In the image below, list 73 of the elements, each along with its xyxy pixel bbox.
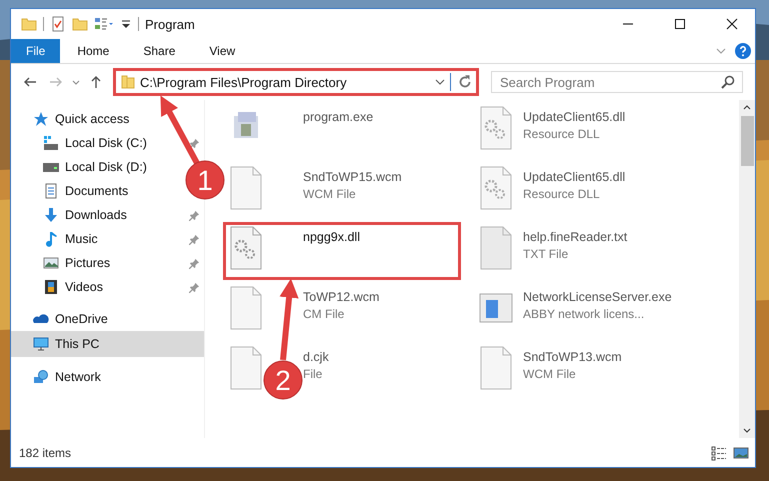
customize-caret-icon[interactable] [120,18,132,30]
sidebar-item[interactable]: Quick access [33,111,130,127]
ribbon-tab[interactable]: View [192,39,252,63]
gear-file-icon [479,106,513,150]
sidebar-item[interactable]: Local Disk (D:) [43,159,147,175]
file-name: SndToWP15.wcm [303,170,402,184]
sidebar-item[interactable]: Documents [43,183,128,199]
blank-file-icon [229,286,263,330]
view-list-icon[interactable] [94,16,114,32]
sidebar-item[interactable]: Local Disk (C:) [43,135,147,151]
network-icon [33,369,49,385]
details-view-icon[interactable] [711,445,727,461]
help-icon[interactable] [735,43,751,59]
file-name: d.cjk [303,350,329,364]
search-icon [720,74,736,90]
address-bar[interactable]: C:\Program Files\Program Directory [113,68,479,96]
file-type: File [303,367,324,381]
file-name: UpdateClient65.dll [523,110,626,124]
documents-icon [43,183,59,199]
scroll-thumb[interactable] [740,116,754,166]
search-box[interactable]: Search Program [491,71,743,93]
sidebar-item[interactable]: Music [43,231,98,247]
file-type: WCM File [523,367,577,381]
sidebar-item[interactable]: Videos [43,279,103,295]
download-icon [43,207,59,223]
gear-file-icon [479,166,513,210]
pin-icon[interactable] [189,234,200,244]
file-type: Resource DLL [523,187,601,201]
blank-file-icon [229,346,263,390]
pc-icon [33,336,49,352]
file-name: NetworkLicenseServer.exe [523,290,672,304]
file-name: SndToWP13.wcm [523,350,622,364]
pin-icon[interactable] [189,138,200,148]
item-count: 182 items [19,446,72,460]
file-type: Resource DLL [523,127,601,141]
sidebar-item[interactable]: This PC [33,336,100,352]
checklist-icon[interactable] [50,16,66,32]
file-type: CM File [303,307,346,321]
number-badge: 2 [264,360,302,400]
address-path: C:\Program Files\Program Directory [140,74,348,90]
blank-file-icon [229,166,263,210]
file-type: ABBY network licens... [523,307,646,321]
file-name: help.fineReader.txt [523,230,628,244]
file-name: UpdateClient65.dll [523,170,626,184]
ribbon-tab[interactable]: Home [60,39,126,63]
pin-icon[interactable] [189,210,200,220]
drive-win-icon [43,135,59,151]
sidebar-item[interactable]: Pictures [43,255,110,271]
gear-file-icon [229,226,263,270]
pin-icon[interactable] [189,258,200,268]
blank-file-icon [479,346,513,390]
vertical-scrollbar[interactable] [739,100,755,438]
file-type: TXT File [523,247,570,261]
number-badge: 1 [186,160,224,200]
file-name: ToWP12.wcm [303,290,380,304]
large-icons-view-icon[interactable] [733,445,749,461]
annotation-arrow [160,96,201,166]
star-icon [33,111,49,127]
videos-icon [43,279,59,295]
text-file-icon [479,226,513,270]
sidebar-item[interactable]: Network [33,369,101,385]
file-type: WCM File [303,187,357,201]
sidebar-item[interactable]: OneDrive [33,311,108,327]
pin-icon[interactable] [189,282,200,292]
file-name: program.exe [303,110,374,124]
ribbon-tab[interactable]: File [11,39,60,63]
pictures-icon [43,255,59,271]
file-name: npgg9x.dll [303,230,360,244]
music-icon [43,231,59,247]
sidebar-item[interactable]: Downloads [43,207,127,223]
window-title: Program [145,16,195,32]
folder-icon [120,74,136,90]
ribbon-tab[interactable]: Share [126,39,192,63]
